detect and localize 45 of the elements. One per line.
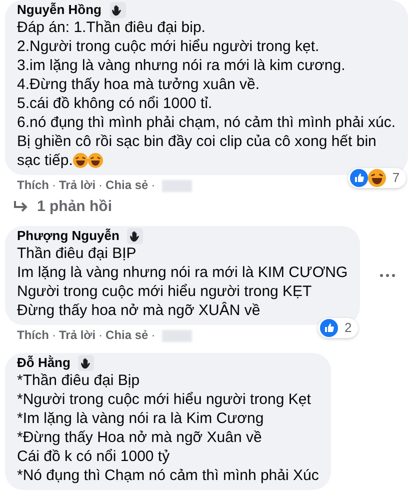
author-name[interactable]: Đỗ Hằng	[17, 355, 70, 371]
comment-line: Người trong cuộc mới hiểu người trong KẸT	[17, 282, 313, 301]
separator-dot: ·	[150, 178, 156, 193]
comment-line: *Đừng thấy Hoa nở mà ngỡ Xuân về	[17, 428, 263, 447]
comment-line: Cái đồ k có nổi 1000 tỷ	[17, 447, 171, 466]
laughing-emoji-icon	[88, 153, 103, 168]
action-link[interactable]: Chia sẻ	[106, 328, 148, 343]
separator-dot: ·	[150, 328, 156, 343]
comment-line: 5.cái đồ không có nổi 1000 tỉ.	[17, 94, 214, 113]
comment-line: *Người trong cuộc mới hiểu người trong Kẹt	[17, 390, 312, 409]
comment-line: Thần điêu đại BỊP	[17, 244, 138, 263]
separator-dot: ·	[98, 328, 104, 343]
haha-reaction-icon	[368, 169, 386, 187]
separator-dot: ·	[51, 328, 57, 343]
blurred-timestamp	[162, 330, 192, 342]
like-reaction-icon	[320, 319, 338, 337]
comment-line: 6.nó đụng thì mình phải chạm, nó cảm thì mình phải xúc.	[17, 113, 396, 132]
comment-line: *Im lặng là vàng nói ra là Kim Cương	[17, 409, 265, 428]
action-link[interactable]: Trả lời	[59, 328, 96, 343]
separator-dot: ·	[51, 178, 57, 193]
comment-line: *Thần điêu đại Bịp	[17, 371, 141, 390]
comment-line: Im lặng là vàng nhưng nói ra mới là KIM CƯƠNG	[17, 263, 348, 282]
replies-link[interactable]: 1 phản hồi	[37, 197, 112, 216]
action-link[interactable]: Trả lời	[59, 178, 96, 193]
comment-line: Bị ghiền cô rồi sạc bin đầy coi clip của cô xong hết bin	[17, 132, 378, 151]
more-options-icon[interactable]	[380, 274, 395, 277]
comment-line: 2.Người trong cuộc mới hiểu người trong kẹt.	[17, 37, 320, 56]
comment-line: Đừng thấy hoa nở mà ngỡ XUÂN về	[17, 301, 262, 320]
author-name[interactable]: Phượng Nguyễn	[17, 228, 120, 244]
reaction-count[interactable]: 7	[348, 168, 406, 188]
comment-line: sạc tiếp.	[17, 151, 73, 170]
separator-dot: ·	[98, 178, 104, 193]
action-link[interactable]: Thích	[17, 178, 49, 193]
comment-line: 4.Đừng thấy hoa mà tưởng xuân về.	[17, 75, 261, 94]
like-reaction-icon	[350, 169, 368, 187]
comment-line: *Nó đụng thì Chạm nó cảm thì mình phải Xúc	[17, 466, 319, 485]
reaction-count[interactable]: 2	[318, 318, 358, 338]
author-name[interactable]: Nguyễn Hồng	[17, 2, 102, 18]
comment-line: Đáp án: 1.Thần điêu đại bip.	[17, 18, 206, 37]
reply-arrow-icon	[13, 200, 29, 214]
action-link[interactable]: Chia sẻ	[106, 178, 148, 193]
comment-line: 3.im lặng là vàng nhưng nói ra mới là kim cương.	[17, 56, 346, 75]
action-link[interactable]: Thích	[17, 328, 49, 343]
blurred-timestamp	[162, 180, 192, 192]
laughing-emoji-icon	[72, 153, 88, 168]
